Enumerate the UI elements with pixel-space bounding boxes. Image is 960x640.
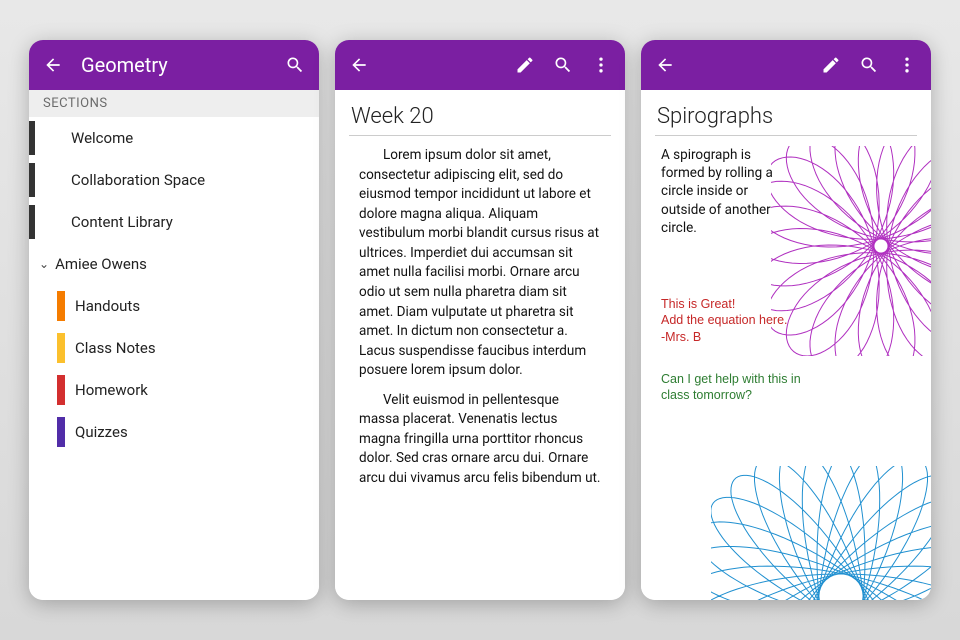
section-item-quizzes[interactable]: Quizzes [29, 411, 319, 453]
app-bar [641, 40, 931, 90]
section-item-handouts[interactable]: Handouts [29, 285, 319, 327]
section-tab-icon [57, 417, 65, 447]
paragraph: Lorem ipsum dolor sit amet, consectetur … [359, 146, 601, 381]
section-item-label: Collaboration Space [43, 171, 205, 189]
note-page[interactable]: Spirographs A spirograph is formed by ro… [641, 90, 931, 600]
section-item-label: Handouts [57, 297, 140, 315]
ink-annotation-green: Can I get help with this in class tomorr… [661, 371, 811, 404]
note-body: Lorem ipsum dolor sit amet, consectetur … [335, 146, 625, 489]
section-tab-icon [29, 205, 35, 239]
phone-screen-note-week20: Week 20 Lorem ipsum dolor sit amet, cons… [335, 40, 625, 600]
spirograph-image-top [771, 146, 931, 356]
search-icon[interactable] [281, 51, 309, 79]
back-icon[interactable] [345, 51, 373, 79]
back-icon[interactable] [39, 51, 67, 79]
draw-icon[interactable] [511, 51, 539, 79]
phone-screen-note-spirographs: Spirographs A spirograph is formed by ro… [641, 40, 931, 600]
note-page[interactable]: Week 20 Lorem ipsum dolor sit amet, cons… [335, 90, 625, 600]
section-item-label: Content Library [43, 213, 173, 231]
phone-screen-sections: Geometry SECTIONS Welcome Collaboration … [29, 40, 319, 600]
note-title: Spirographs [641, 90, 931, 135]
section-tab-icon [29, 121, 35, 155]
section-tab-icon [57, 291, 65, 321]
app-bar: Geometry [29, 40, 319, 90]
title-divider [349, 135, 611, 136]
section-item-welcome[interactable]: Welcome [29, 117, 319, 159]
paragraph: Velit euismod in pellentesque massa plac… [359, 391, 601, 489]
section-item-label: Quizzes [57, 423, 128, 441]
note-title: Week 20 [335, 90, 625, 135]
note-body: A spirograph is formed by rolling a circ… [641, 146, 931, 600]
section-item-label: Class Notes [57, 339, 156, 357]
draw-icon[interactable] [817, 51, 845, 79]
search-icon[interactable] [549, 51, 577, 79]
page-title: Geometry [77, 53, 271, 77]
app-bar [335, 40, 625, 90]
section-group-user[interactable]: ⌄ Amiee Owens [29, 243, 319, 285]
section-item-label: Welcome [43, 129, 133, 147]
title-divider [655, 135, 917, 136]
overflow-menu-icon[interactable] [893, 51, 921, 79]
sections-panel: SECTIONS Welcome Collaboration Space Con… [29, 90, 319, 600]
section-tab-icon [57, 333, 65, 363]
section-list: Welcome Collaboration Space Content Libr… [29, 117, 319, 453]
section-item-class-notes[interactable]: Class Notes [29, 327, 319, 369]
section-group-label: Amiee Owens [55, 255, 147, 273]
section-item-content-library[interactable]: Content Library [29, 201, 319, 243]
overflow-menu-icon[interactable] [587, 51, 615, 79]
search-icon[interactable] [855, 51, 883, 79]
section-item-homework[interactable]: Homework [29, 369, 319, 411]
section-tab-icon [29, 163, 35, 197]
chevron-down-icon: ⌄ [39, 257, 49, 271]
back-icon[interactable] [651, 51, 679, 79]
spirograph-image-bottom [711, 466, 931, 600]
section-tab-icon [57, 375, 65, 405]
section-item-label: Homework [57, 381, 148, 399]
section-item-collaboration[interactable]: Collaboration Space [29, 159, 319, 201]
sections-header: SECTIONS [29, 90, 319, 117]
